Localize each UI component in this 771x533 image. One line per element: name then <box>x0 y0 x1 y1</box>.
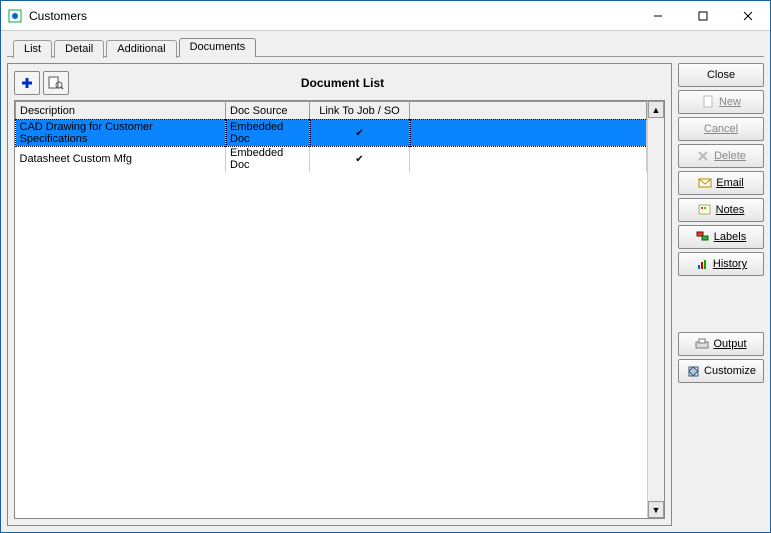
table-row[interactable]: CAD Drawing for Customer Specifications … <box>16 120 647 147</box>
email-button[interactable]: Email <box>678 171 764 195</box>
cell-link <box>310 146 410 172</box>
panel-title: Document List <box>72 76 613 90</box>
btn-label: History <box>713 258 747 270</box>
tab-documents[interactable]: Documents <box>179 38 257 57</box>
delete-button[interactable]: Delete <box>678 144 764 168</box>
preview-icon <box>48 76 64 90</box>
panel-toolbar: Document List <box>14 70 665 96</box>
maximize-button[interactable] <box>680 1 725 30</box>
preview-document-button[interactable] <box>43 71 69 95</box>
btn-label: Output <box>713 338 746 350</box>
cell-filler <box>410 146 647 172</box>
btn-label: Notes <box>716 204 745 216</box>
spacer <box>678 279 764 329</box>
check-icon <box>355 127 363 139</box>
tabstrip: List Detail Additional Documents <box>7 35 764 57</box>
tab-label: List <box>24 43 41 55</box>
close-button[interactable]: Close <box>678 63 764 87</box>
output-button[interactable]: Output <box>678 332 764 356</box>
email-icon <box>698 176 712 190</box>
history-button[interactable]: History <box>678 252 764 276</box>
window-controls <box>635 1 770 30</box>
check-icon <box>355 153 363 165</box>
btn-label: Delete <box>714 150 746 162</box>
tab-label: Documents <box>190 41 246 53</box>
plus-icon <box>20 76 34 90</box>
cell-filler <box>410 120 647 147</box>
customers-window: Customers List Detail Additional Documen… <box>0 0 771 533</box>
col-description[interactable]: Description <box>16 102 226 120</box>
cell-description: CAD Drawing for Customer Specifications <box>16 120 226 147</box>
table-row[interactable]: Datasheet Custom Mfg Embedded Doc <box>16 146 647 172</box>
tab-list[interactable]: List <box>13 40 52 58</box>
minimize-button[interactable] <box>635 1 680 30</box>
titlebar: Customers <box>1 1 770 31</box>
close-window-button[interactable] <box>725 1 770 30</box>
cell-link <box>310 120 410 147</box>
body: Document List <box>7 57 764 526</box>
app-icon <box>7 8 23 24</box>
add-document-button[interactable] <box>14 71 40 95</box>
window-title: Customers <box>29 9 635 23</box>
vertical-scrollbar[interactable]: ▲ ▼ <box>647 101 664 518</box>
cell-doc-source: Embedded Doc <box>226 146 310 172</box>
labels-button[interactable]: Labels <box>678 225 764 249</box>
action-column: Close New Cancel Delete Email Notes <box>678 63 764 526</box>
history-icon <box>695 257 709 271</box>
grid: Description Doc Source Link To Job / SO … <box>15 101 647 172</box>
tab-label: Detail <box>65 43 93 55</box>
grid-empty-area <box>15 172 647 518</box>
col-doc-source[interactable]: Doc Source <box>226 102 310 120</box>
btn-label: Email <box>716 177 744 189</box>
tab-label: Additional <box>117 43 165 55</box>
notes-icon <box>698 203 712 217</box>
header-row: Description Doc Source Link To Job / SO <box>16 102 647 120</box>
scroll-up-button[interactable]: ▲ <box>648 101 664 118</box>
spacer-bottom <box>678 386 764 526</box>
new-icon <box>701 95 715 109</box>
btn-label: New <box>719 96 741 108</box>
btn-label: Customize <box>704 365 756 377</box>
col-link-to[interactable]: Link To Job / SO <box>310 102 410 120</box>
customize-icon <box>686 364 700 378</box>
cell-doc-source: Embedded Doc <box>226 120 310 147</box>
labels-icon <box>696 230 710 244</box>
tab-detail[interactable]: Detail <box>54 40 104 58</box>
scroll-down-button[interactable]: ▼ <box>648 501 664 518</box>
btn-label: Labels <box>714 231 746 243</box>
btn-label: Cancel <box>704 123 738 135</box>
btn-label: Close <box>707 69 735 81</box>
output-icon <box>695 337 709 351</box>
delete-icon <box>696 149 710 163</box>
new-button[interactable]: New <box>678 90 764 114</box>
notes-button[interactable]: Notes <box>678 198 764 222</box>
document-panel: Document List <box>7 63 672 526</box>
document-table: Description Doc Source Link To Job / SO … <box>14 100 665 519</box>
customize-button[interactable]: Customize <box>678 359 764 383</box>
tab-additional[interactable]: Additional <box>106 40 176 58</box>
cell-description: Datasheet Custom Mfg <box>16 146 226 172</box>
client-area: List Detail Additional Documents Documen… <box>1 31 770 532</box>
cancel-button[interactable]: Cancel <box>678 117 764 141</box>
col-filler <box>410 102 647 120</box>
